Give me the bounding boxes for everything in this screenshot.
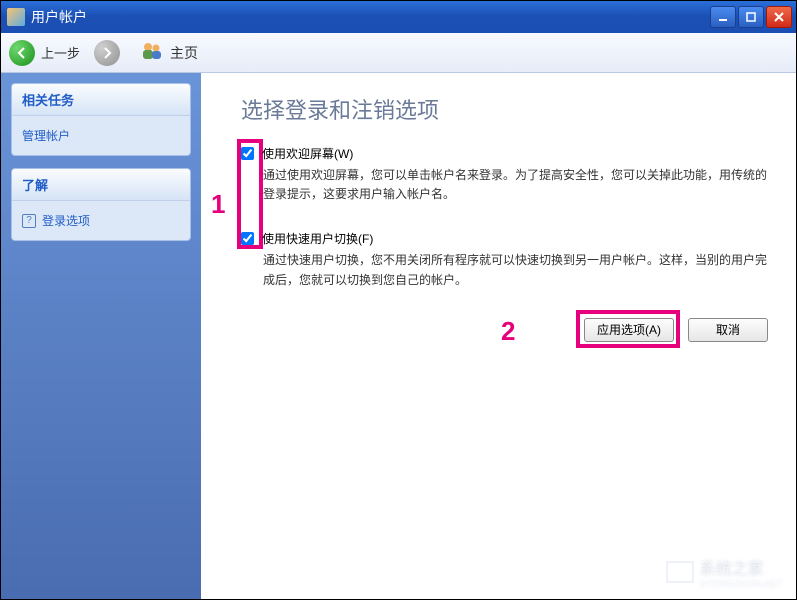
learn-panel: 了解 ? 登录选项 (11, 168, 191, 241)
minimize-button[interactable] (710, 6, 736, 28)
watermark: 系统之家 XITONGZHIJIA.NET (666, 555, 782, 589)
apply-options-button[interactable]: 应用选项(A) (584, 318, 674, 342)
annotation-number-1: 1 (211, 189, 225, 220)
welcome-screen-checkbox[interactable] (241, 147, 254, 160)
app-icon (7, 8, 25, 26)
user-accounts-window: 用户帐户 上一步 主页 (0, 0, 797, 600)
option-description: 通过使用欢迎屏幕，您可以单击帐户名来登录。为了提高安全性，您可以关掉此功能，用传… (263, 166, 768, 204)
related-tasks-panel: 相关任务 管理帐户 (11, 83, 191, 156)
close-button[interactable] (766, 6, 792, 28)
home-link[interactable]: 主页 (170, 43, 198, 63)
login-options-link[interactable]: ? 登录选项 (22, 209, 180, 232)
manage-accounts-link[interactable]: 管理帐户 (22, 124, 180, 147)
option-description: 通过快速用户切换，您不用关闭所有程序就可以快速切换到另一用户帐户。这样，当别的用… (263, 251, 768, 289)
cancel-button[interactable]: 取消 (688, 318, 768, 342)
panel-header: 了解 (12, 169, 190, 201)
toolbar: 上一步 主页 (1, 33, 796, 73)
option-label: 使用欢迎屏幕(W) (262, 145, 353, 162)
sidebar: 相关任务 管理帐户 了解 ? 登录选项 (1, 73, 201, 599)
help-icon: ? (22, 214, 36, 228)
fast-switch-checkbox[interactable] (241, 232, 254, 245)
window-title: 用户帐户 (31, 7, 710, 27)
forward-button[interactable] (94, 40, 120, 66)
body: 相关任务 管理帐户 了解 ? 登录选项 选择登录和注销选项 (1, 73, 796, 599)
panel-header: 相关任务 (12, 84, 190, 116)
window-controls (710, 6, 796, 28)
back-button[interactable] (9, 40, 35, 66)
button-row: 2 应用选项(A) 取消 (241, 318, 768, 342)
main-content: 选择登录和注销选项 1 使用欢迎屏幕(W) 通过使用欢迎屏幕，您可以单击帐户名来… (201, 73, 796, 599)
watermark-logo-icon (666, 561, 694, 583)
maximize-button[interactable] (738, 6, 764, 28)
welcome-screen-option: 使用欢迎屏幕(W) 通过使用欢迎屏幕，您可以单击帐户名来登录。为了提高安全性，您… (241, 145, 768, 204)
annotation-number-2: 2 (501, 316, 515, 347)
back-label: 上一步 (41, 43, 80, 62)
page-title: 选择登录和注销选项 (241, 93, 768, 125)
users-icon (140, 41, 164, 64)
fast-user-switching-option: 使用快速用户切换(F) 通过快速用户切换，您不用关闭所有程序就可以快速切换到另一… (241, 230, 768, 289)
titlebar: 用户帐户 (1, 1, 796, 33)
option-label: 使用快速用户切换(F) (262, 230, 373, 247)
